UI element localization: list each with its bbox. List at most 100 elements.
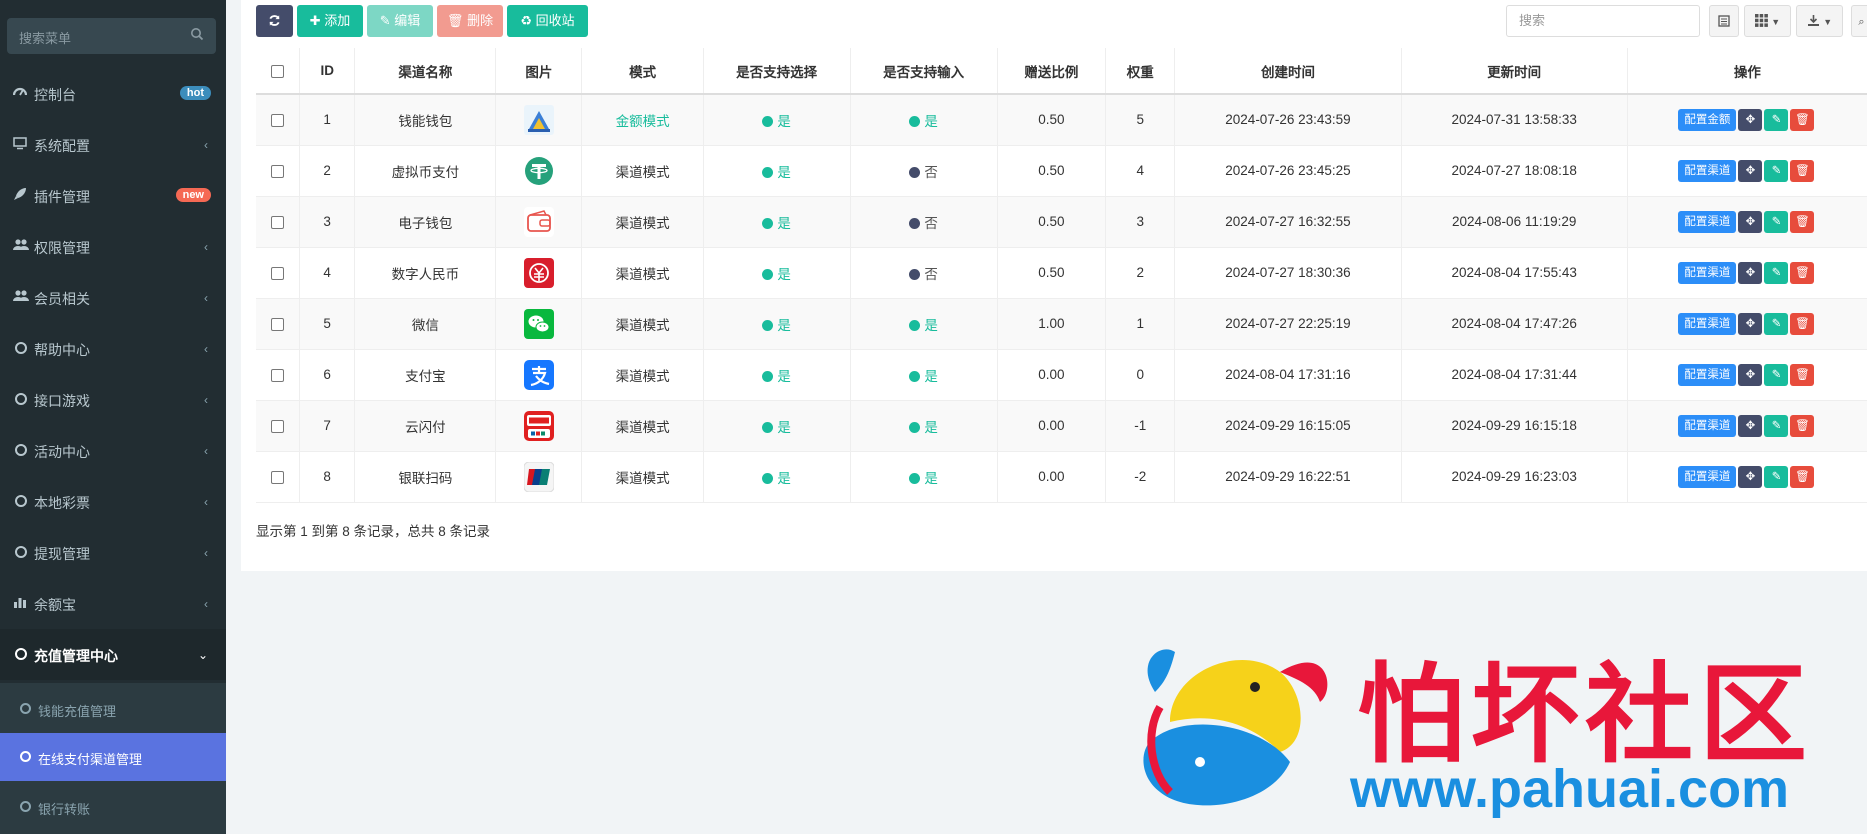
row-checkbox[interactable] [271, 266, 284, 280]
input-status[interactable]: 是 [909, 420, 938, 435]
header-id[interactable]: ID [299, 48, 356, 95]
sidebar-item-5[interactable]: 会员相关 ‹ [0, 272, 226, 323]
input-status[interactable]: 否 [909, 216, 938, 231]
row-checkbox[interactable] [271, 368, 284, 382]
mode-text[interactable]: 金额模式 [616, 114, 670, 129]
config-button[interactable]: 配置渠道 [1678, 210, 1737, 233]
row-delete-button[interactable]: 🗑 [1790, 414, 1815, 437]
config-button[interactable]: 配置渠道 [1678, 159, 1737, 182]
input-status[interactable]: 是 [909, 369, 938, 384]
columns-button[interactable]: ▼ [1744, 5, 1791, 37]
row-checkbox[interactable] [271, 470, 284, 484]
sidebar-item-8[interactable]: 活动中心 ‹ [0, 425, 226, 476]
select-status[interactable]: 是 [762, 318, 791, 333]
refresh-button[interactable] [256, 5, 293, 37]
search-toggle-button[interactable]: ⌕ [1851, 5, 1867, 37]
table-row[interactable]: 2 虚拟币支付 渠道模式 是 否 0.50 4 2024-07-26 23:45:25 2024… [256, 145, 1867, 197]
sidebar-item-2[interactable]: 系统配置 ‹ [0, 119, 226, 170]
select-status[interactable]: 是 [762, 165, 791, 180]
submenu-item-1[interactable]: 钱能充值管理 [0, 685, 226, 733]
select-status[interactable]: 是 [762, 114, 791, 129]
drag-sort-button[interactable]: ✥ [1738, 261, 1763, 284]
table-row[interactable]: 5 微信 渠道模式 是 是 1.00 1 2024-07-27 22:25:19 2024-08… [256, 298, 1867, 350]
wechat-logo[interactable] [523, 308, 554, 339]
row-edit-button[interactable]: ✎ [1764, 108, 1789, 131]
sidebar-item-9[interactable]: 本地彩票 ‹ [0, 476, 226, 527]
row-edit-button[interactable]: ✎ [1764, 159, 1789, 182]
drag-sort-button[interactable]: ✥ [1738, 159, 1763, 182]
row-delete-button[interactable]: 🗑 [1790, 312, 1815, 335]
config-button[interactable]: 配置渠道 [1678, 261, 1737, 284]
drag-sort-button[interactable]: ✥ [1738, 465, 1763, 488]
wallet-logo[interactable] [523, 206, 554, 237]
drag-sort-button[interactable]: ✥ [1738, 312, 1763, 335]
sidebar-item-3[interactable]: 插件管理 new [0, 170, 226, 221]
table-row[interactable]: 7 云闪付 渠道模式 是 是 0.00 -1 2024-09-29 16:15:05 2024-… [256, 400, 1867, 452]
sidebar-item-4[interactable]: 权限管理 ‹ [0, 221, 226, 272]
recycle-bin-button[interactable]: ♻ 回收站 [507, 5, 588, 37]
row-edit-button[interactable]: ✎ [1764, 414, 1789, 437]
row-edit-button[interactable]: ✎ [1764, 312, 1789, 335]
config-button[interactable]: 配置渠道 [1678, 363, 1737, 386]
input-status[interactable]: 是 [909, 471, 938, 486]
row-delete-button[interactable]: 🗑 [1790, 108, 1815, 131]
table-search-input[interactable]: 搜索 [1506, 5, 1700, 37]
select-status[interactable]: 是 [762, 216, 791, 231]
alipay-logo[interactable] [523, 359, 554, 390]
sidebar-item-1[interactable]: 控制台 hot [0, 68, 226, 119]
config-button[interactable]: 配置金额 [1678, 108, 1737, 131]
table-row[interactable]: 3 电子钱包 渠道模式是否 0.50 3 2024-07-27 16:32:55 2024-… [256, 196, 1867, 248]
input-status[interactable]: 是 [909, 114, 938, 129]
config-button[interactable]: 配置渠道 [1678, 414, 1737, 437]
config-button[interactable]: 配置渠道 [1678, 312, 1737, 335]
submenu-item-3[interactable]: 银行转账 [0, 783, 226, 831]
delete-button[interactable]: 🗑 删除 [437, 5, 503, 37]
sidebar-item-10[interactable]: 提现管理 ‹ [0, 527, 226, 578]
row-edit-button[interactable]: ✎ [1764, 465, 1789, 488]
select-status[interactable]: 是 [762, 369, 791, 384]
menu-search-input[interactable]: 搜索菜单 [7, 18, 216, 54]
row-checkbox[interactable] [271, 215, 284, 229]
sidebar-item-12[interactable]: 充值管理中心 ⌄ [0, 629, 226, 680]
select-status[interactable]: 是 [762, 420, 791, 435]
table-row[interactable]: 4 数字人民币 渠道模式 是 否 0.50 2 2024-07-27 18:30:36 2024… [256, 247, 1867, 299]
row-edit-button[interactable]: ✎ [1764, 261, 1789, 284]
select-status[interactable]: 是 [762, 471, 791, 486]
row-delete-button[interactable]: 🗑 [1790, 261, 1815, 284]
row-checkbox[interactable] [271, 114, 284, 128]
sidebar-item-11[interactable]: 余额宝 ‹ [0, 578, 226, 629]
drag-sort-button[interactable]: ✥ [1738, 108, 1763, 131]
export-button[interactable]: ▼ [1796, 5, 1843, 37]
table-row[interactable]: 1 钱能钱包 金额模式 是 是 0.50 5 2024-07-26 23:43:59 2024-… [256, 94, 1867, 146]
tether-logo[interactable] [524, 156, 554, 186]
drag-sort-button[interactable]: ✥ [1738, 363, 1763, 386]
add-button[interactable]: ✚ 添加 [297, 5, 363, 37]
unionpay-logo[interactable] [523, 461, 555, 492]
row-checkbox[interactable] [271, 419, 284, 433]
row-delete-button[interactable]: 🗑 [1790, 465, 1815, 488]
toggle-view-button[interactable] [1709, 5, 1739, 37]
row-delete-button[interactable]: 🗑 [1790, 159, 1815, 182]
row-checkbox[interactable] [271, 164, 284, 178]
select-status[interactable]: 是 [762, 267, 791, 282]
sidebar-item-7[interactable]: 接口游戏 ‹ [0, 374, 226, 425]
select-all-checkbox[interactable] [271, 64, 284, 78]
table-row[interactable]: 8 银联扫码 渠道模式 是 是 0.00 -2 2024-09-29 16:22:51 2024… [256, 451, 1867, 503]
config-button[interactable]: 配置渠道 [1678, 465, 1737, 488]
row-delete-button[interactable]: 🗑 [1790, 363, 1815, 386]
table-row[interactable]: 6 支付宝 渠道模式 是 是 0.00 0 2024-08-04 17:31:16 2024-0… [256, 349, 1867, 401]
submenu-item-2[interactable]: 在线支付渠道管理 [0, 733, 226, 781]
row-edit-button[interactable]: ✎ [1764, 210, 1789, 233]
row-delete-button[interactable]: 🗑 [1790, 210, 1815, 233]
sidebar-item-6[interactable]: 帮助中心 ‹ [0, 323, 226, 374]
qianneng-logo[interactable] [523, 104, 554, 135]
ecny-logo[interactable] [523, 257, 554, 288]
drag-sort-button[interactable]: ✥ [1738, 210, 1763, 233]
row-edit-button[interactable]: ✎ [1764, 363, 1789, 386]
drag-sort-button[interactable]: ✥ [1738, 414, 1763, 437]
input-status[interactable]: 否 [909, 267, 938, 282]
input-status[interactable]: 是 [909, 318, 938, 333]
unionpay-quickpass-logo[interactable] [523, 410, 554, 441]
row-checkbox[interactable] [271, 317, 284, 331]
input-status[interactable]: 否 [909, 165, 938, 180]
